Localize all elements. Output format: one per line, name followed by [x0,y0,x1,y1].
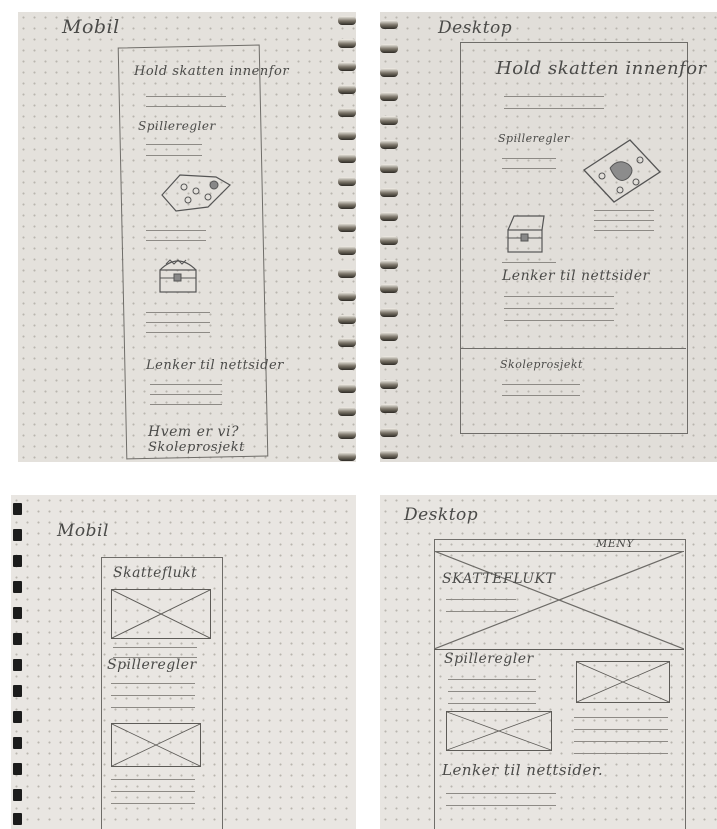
text-line [594,230,654,231]
text-line [504,108,604,109]
notebook-spiral [11,495,25,829]
treasure-map-icon [582,139,662,203]
panel-heading: Desktop [404,505,479,525]
text-line [594,220,654,221]
text-line [146,332,210,333]
text-line [504,320,614,321]
text-line [146,230,206,231]
text-line [574,729,668,730]
text-line [448,703,536,704]
treasure-map-icon [161,174,231,212]
text-line [502,158,556,159]
treasure-chest-icon [507,215,545,253]
text-line [113,647,197,648]
text-line [446,805,556,806]
text-line [150,404,222,405]
desktop-wireframe-frame [460,42,688,434]
image-placeholder-icon [111,723,201,767]
image-placeholder-icon [446,711,552,751]
site-title: SKATTEFLUKT [442,571,556,587]
text-line [574,717,668,718]
text-line [111,779,195,780]
image-placeholder-icon [576,661,670,703]
text-line [502,395,580,396]
text-line [146,155,202,156]
text-line [574,741,668,742]
menu-label: MENY [596,537,635,550]
section-heading-links: Lenker til nettsider. [442,761,604,779]
site-title: Skatteflukt [113,565,198,581]
text-line [111,803,195,804]
text-line [574,753,668,754]
text-line [146,240,206,241]
text-line [448,679,536,680]
section-heading-rules: Spilleregler [107,657,197,673]
footer-project-label: Skoleprosjekt [500,358,583,371]
text-line [446,599,516,600]
text-line [502,168,556,169]
site-title: Hold skatten innenfor [134,64,290,79]
text-line [504,308,614,309]
text-line [146,312,210,313]
text-line [594,210,654,211]
text-line [111,695,195,696]
image-placeholder-icon [434,551,684,650]
text-line [150,384,222,385]
section-heading-links: Lenker til nettsider [502,268,650,284]
text-line [146,322,210,323]
section-heading-rules: Spilleregler [138,119,216,133]
text-line [111,791,195,792]
section-heading-links: Lenker til nettsider [146,358,284,373]
text-line [504,296,614,297]
text-line [502,262,556,263]
text-line [150,394,222,395]
panel-heading: Desktop [438,18,513,38]
sketch-photo-desktop-v2: Desktop MENY SKATTEFLUKT Spilleregler Le… [380,495,717,829]
panel-heading: Mobil [62,16,120,38]
text-line [146,96,226,97]
text-line [111,683,195,684]
text-line [446,611,516,612]
site-title: Hold skatten innenfor [496,58,707,79]
section-heading-about: Hvem er vi? [148,424,239,440]
image-placeholder-icon [111,589,211,639]
sketch-photo-desktop-v1: Desktop Hold skatten innenfor Spilleregl… [380,12,717,462]
section-heading-rules: Spilleregler [444,651,534,667]
text-line [146,144,202,145]
sketch-photo-mobile-v2: Mobil Skatteflukt Spilleregler [11,495,356,829]
footer-divider [460,348,686,349]
text-line [504,96,604,97]
notebook-spiral [334,12,356,462]
text-line [146,106,226,107]
section-heading-rules: Spilleregler [498,132,570,145]
sketch-photo-mobile-v1: Mobil Hold skatten innenfor Spilleregler… [18,12,356,462]
panel-heading: Mobil [57,521,109,541]
text-line [502,384,580,385]
notebook-spiral [380,12,402,462]
text-line [111,707,195,708]
text-line [446,793,556,794]
treasure-chest-icon [159,259,197,293]
text-line [448,691,536,692]
footer-project-label: Skoleprosjekt [148,440,245,455]
